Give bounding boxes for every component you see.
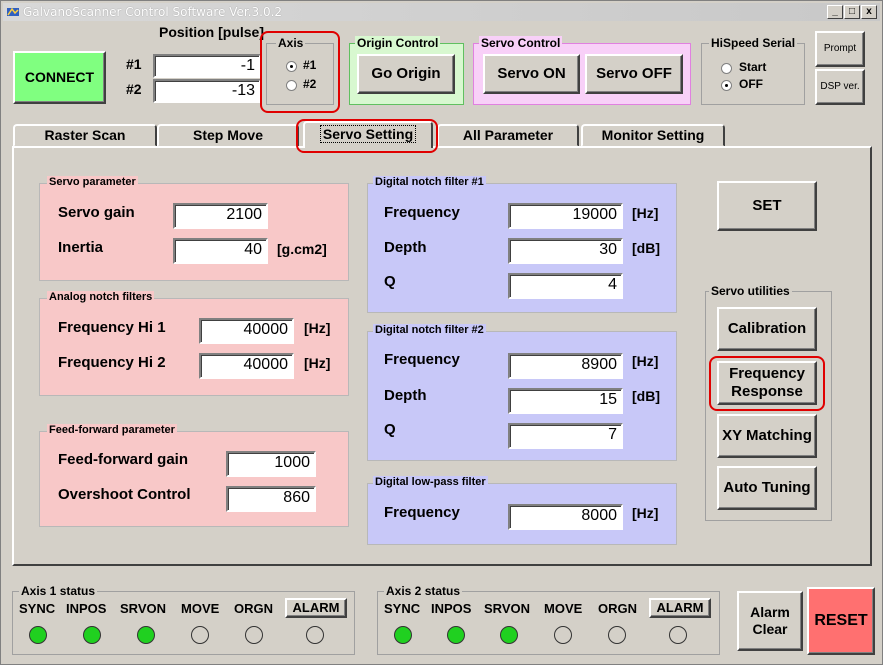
origin-control-title: Origin Control bbox=[355, 36, 441, 50]
position-2-label: #2 bbox=[126, 81, 142, 97]
axis2-sync-led bbox=[394, 626, 412, 644]
title-bar: GalvanoScanner Control Software Ver.3.0.… bbox=[3, 3, 880, 21]
hispeed-serial-title: HiSpeed Serial bbox=[709, 36, 798, 50]
axis1-alarm-led bbox=[306, 626, 324, 644]
axis2-srvon-led bbox=[500, 626, 518, 644]
minimize-button[interactable]: _ bbox=[827, 5, 843, 19]
servo-setting-tab-highlight bbox=[296, 119, 438, 153]
connect-button[interactable]: CONNECT bbox=[13, 51, 106, 104]
axis2-srvon-label: SRVON bbox=[484, 601, 530, 616]
hispeed-serial-group bbox=[701, 43, 805, 105]
hispeed-start-radio[interactable] bbox=[721, 63, 732, 74]
axis1-inpos-led bbox=[83, 626, 101, 644]
hispeed-start-label: Start bbox=[739, 60, 767, 74]
axis2-inpos-label: INPOS bbox=[431, 601, 472, 616]
dsp-ver-button[interactable]: DSP ver. bbox=[815, 69, 865, 105]
axis2-orgn-label: ORGN bbox=[598, 601, 637, 616]
axis1-move-led bbox=[191, 626, 209, 644]
axis2-inpos-led bbox=[447, 626, 465, 644]
axis1-srvon-led bbox=[137, 626, 155, 644]
servo-control-title: Servo Control bbox=[479, 36, 563, 50]
axis2-status-title: Axis 2 status bbox=[384, 584, 463, 598]
axis1-alarm-button[interactable]: ALARM bbox=[285, 598, 347, 618]
prompt-button[interactable]: Prompt bbox=[815, 31, 865, 67]
position-2-value: -13 bbox=[153, 79, 261, 103]
axis2-alarm-led bbox=[669, 626, 687, 644]
position-title: Position [pulse] bbox=[159, 24, 264, 40]
app-icon bbox=[6, 5, 20, 19]
hispeed-off-label: OFF bbox=[739, 77, 763, 91]
position-1-label: #1 bbox=[126, 56, 142, 72]
axis1-inpos-label: INPOS bbox=[66, 601, 107, 616]
alarm-clear-button[interactable]: Alarm Clear bbox=[737, 591, 803, 651]
axis2-orgn-led bbox=[608, 626, 626, 644]
reset-button[interactable]: RESET bbox=[807, 587, 875, 655]
tab-monitor-setting[interactable]: Monitor Setting bbox=[581, 124, 725, 147]
tab-raster-scan[interactable]: Raster Scan bbox=[13, 124, 157, 147]
servo-on-button[interactable]: Servo ON bbox=[483, 54, 580, 94]
tab-step-move[interactable]: Step Move bbox=[157, 124, 299, 147]
position-1-value: -1 bbox=[153, 54, 261, 78]
hispeed-off-radio[interactable] bbox=[721, 80, 732, 91]
axis2-alarm-button[interactable]: ALARM bbox=[649, 598, 711, 618]
axis1-sync-led bbox=[29, 626, 47, 644]
axis1-orgn-label: ORGN bbox=[234, 601, 273, 616]
window-title: GalvanoScanner Control Software Ver.3.0.… bbox=[23, 5, 283, 19]
axis1-sync-label: SYNC bbox=[19, 601, 56, 616]
tab-all-parameter[interactable]: All Parameter bbox=[437, 124, 579, 147]
axis2-move-led bbox=[554, 626, 572, 644]
axis1-orgn-led bbox=[245, 626, 263, 644]
axis1-srvon-label: SRVON bbox=[120, 601, 166, 616]
close-button[interactable]: x bbox=[861, 5, 877, 19]
servo-off-button[interactable]: Servo OFF bbox=[585, 54, 683, 94]
go-origin-button[interactable]: Go Origin bbox=[357, 54, 455, 94]
axis1-status-title: Axis 1 status bbox=[19, 584, 98, 598]
axis-highlight bbox=[260, 31, 340, 113]
main-window: GalvanoScanner Control Software Ver.3.0.… bbox=[0, 0, 883, 665]
maximize-button[interactable]: □ bbox=[844, 5, 860, 19]
tab-content-frame bbox=[12, 146, 872, 566]
axis1-move-label: MOVE bbox=[181, 601, 220, 616]
axis2-sync-label: SYNC bbox=[384, 601, 421, 616]
axis2-move-label: MOVE bbox=[544, 601, 583, 616]
